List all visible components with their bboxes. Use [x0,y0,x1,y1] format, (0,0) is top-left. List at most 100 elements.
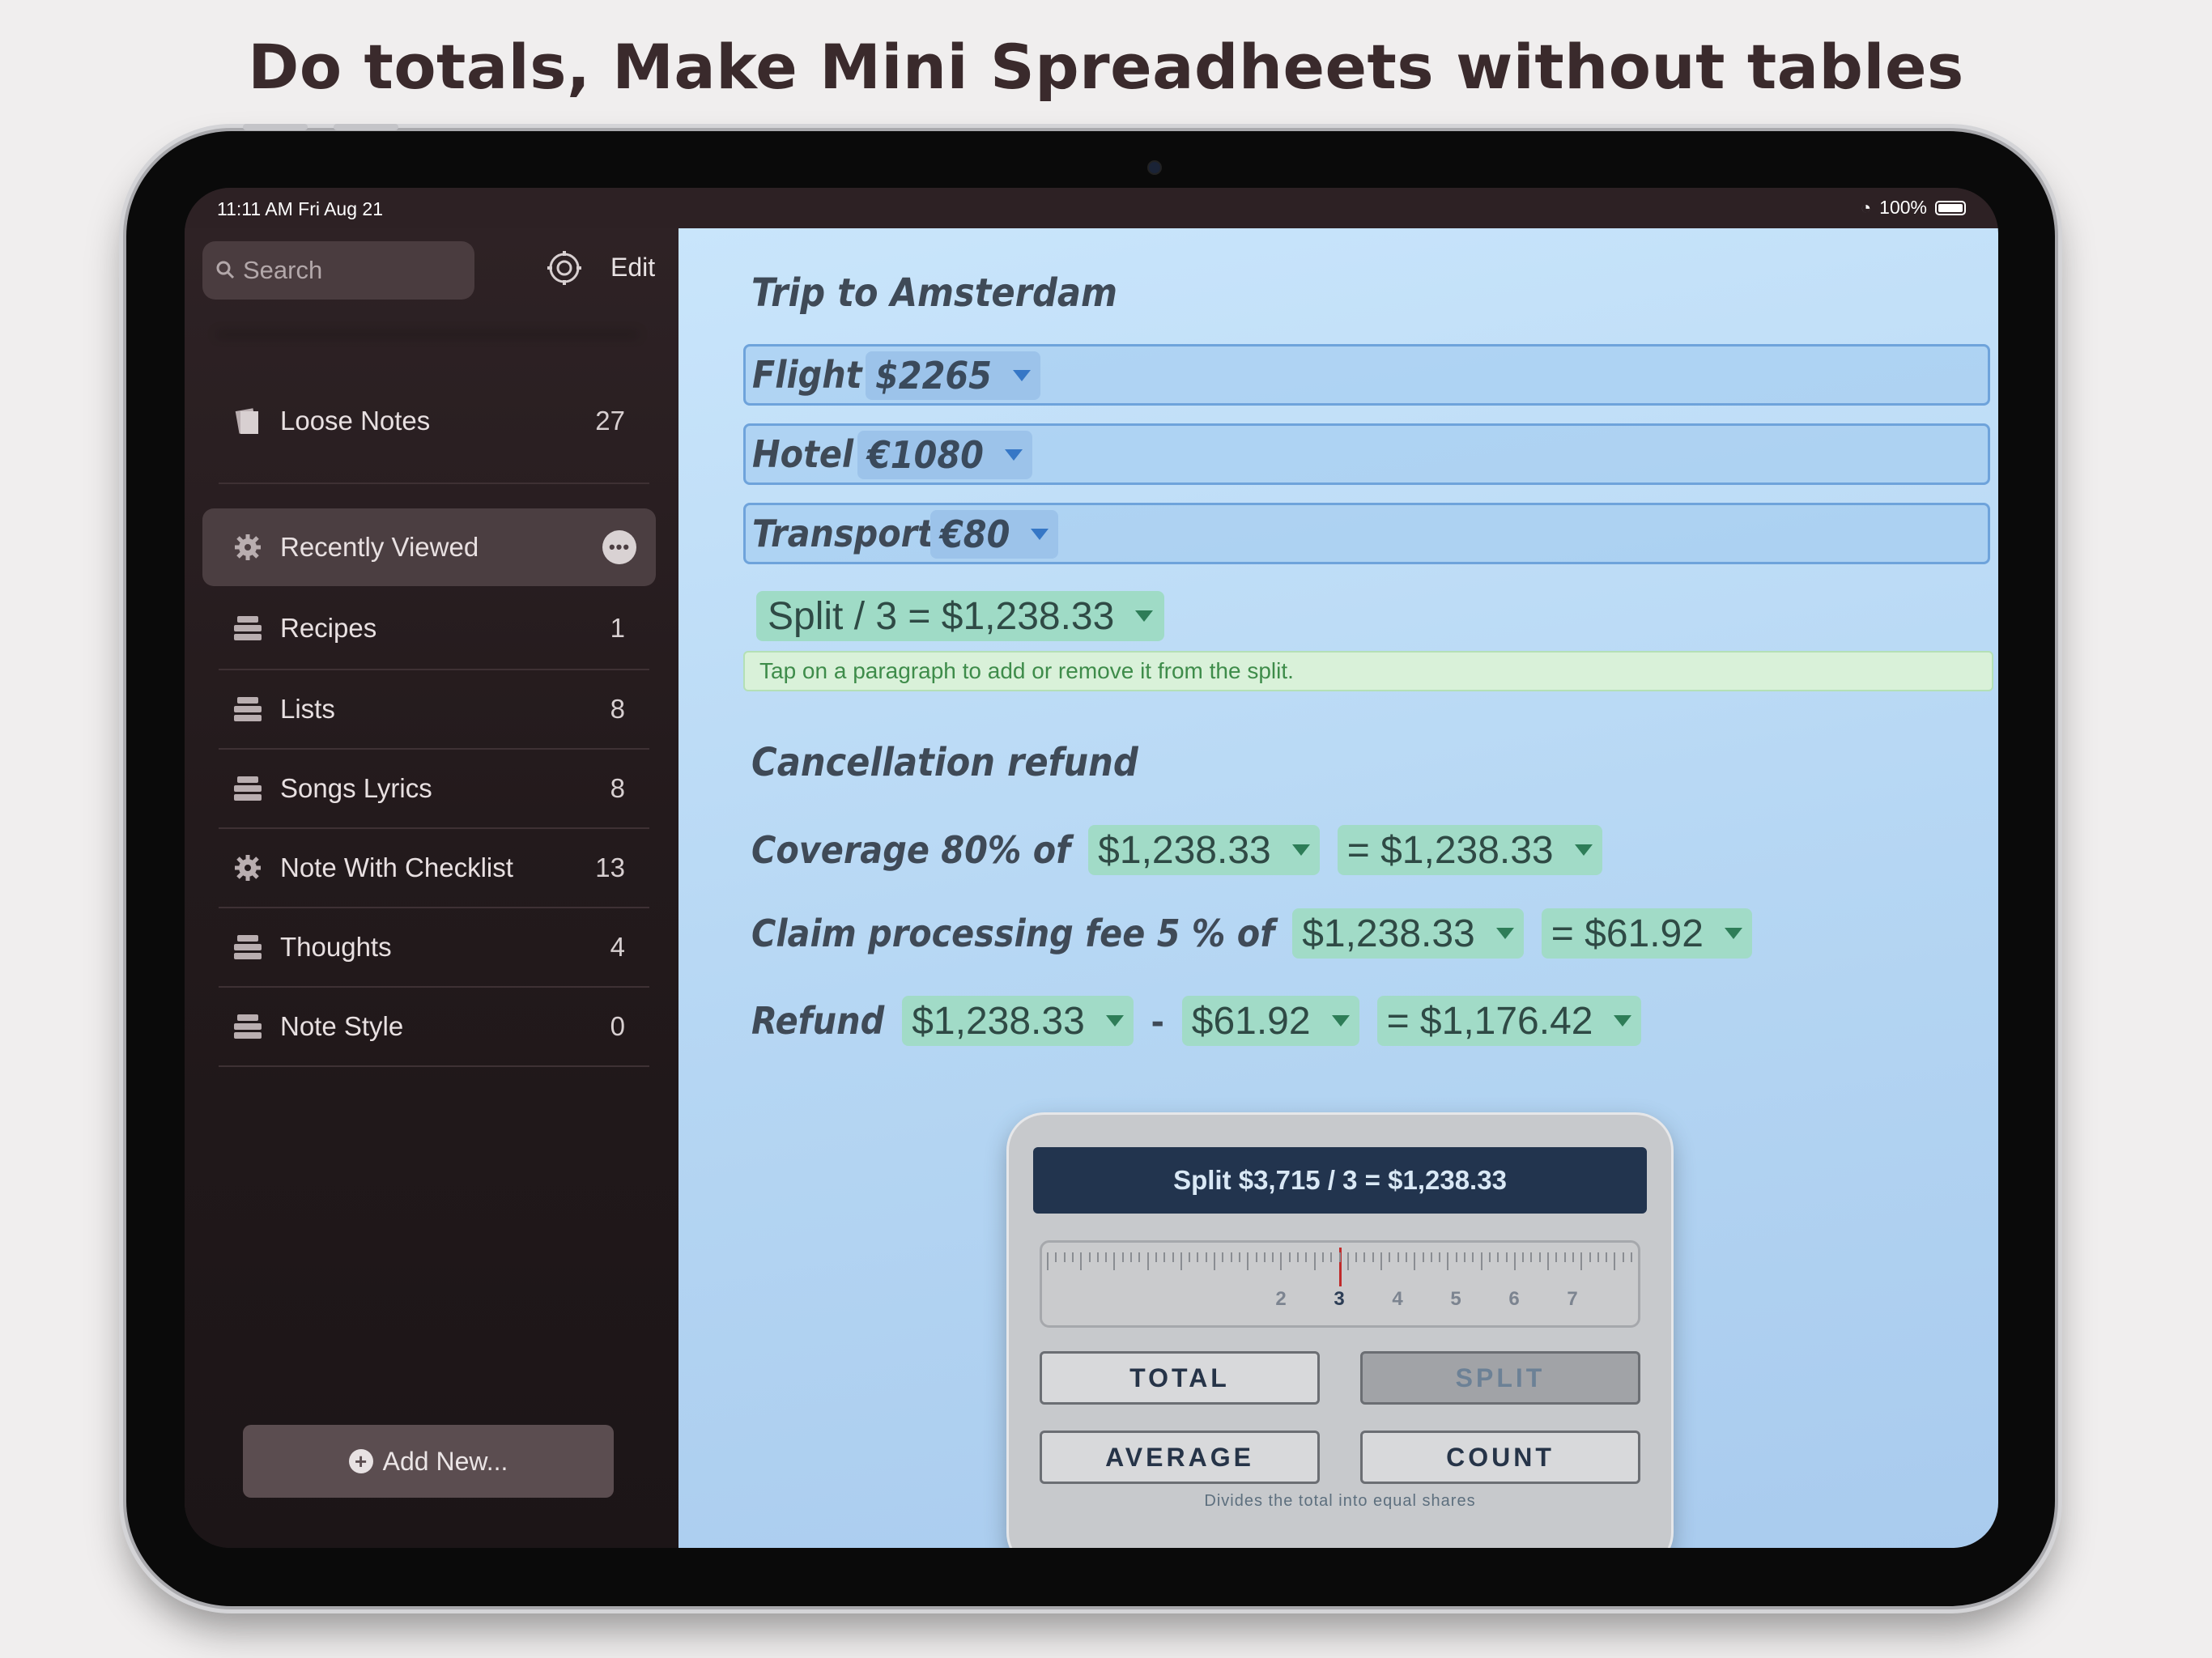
ruler-number: 5 [1450,1288,1461,1310]
coverage-row[interactable]: Coverage 80% of $1,238.33 = $1,238.33 [751,825,1620,875]
ruler-tick [1205,1252,1207,1262]
ruler-tick [1313,1252,1316,1270]
ruler-tick [1414,1252,1416,1270]
count-button[interactable]: COUNT [1360,1431,1640,1484]
ruler-tick [1105,1252,1108,1262]
ruler-tick [1288,1252,1291,1262]
sidebar-item-label: Thoughts [280,932,392,962]
search-input[interactable]: Search [202,241,474,300]
dropdown-arrow-icon [1495,928,1514,939]
sidebar-item-count: 0 [610,1011,625,1041]
sidebar-item-lists[interactable]: Lists 8 [202,670,656,748]
divider [219,1065,649,1067]
ruler-tick [1230,1252,1232,1262]
ruler-tick [1538,1252,1541,1262]
screen: 11:11 AM Fri Aug 21 ◔ 100% Search Edit L… [185,188,1998,1548]
search-placeholder: Search [243,256,323,284]
status-time: 11:11 AM Fri Aug 21 [217,198,383,219]
paragraph-row-flight[interactable]: Flight $2265 [743,344,1990,406]
ruler-tick [1480,1252,1482,1270]
value-pill[interactable]: €1080 [857,431,1032,479]
sidebar-item-count: 4 [610,932,625,962]
notes-icon [232,405,264,437]
ruler-tick [1488,1252,1491,1262]
ruler-tick [1405,1252,1407,1262]
ruler-tick [1614,1252,1616,1270]
operand-pill[interactable]: $1,238.33 [1088,825,1320,875]
ruler-tick [1464,1252,1465,1262]
dropdown-arrow-icon [1331,1015,1350,1027]
claim-fee-row[interactable]: Claim processing fee 5 % of $1,238.33 = … [751,908,1770,959]
operand-pill[interactable]: $1,238.33 [1292,908,1524,959]
value-text: $2265 [875,354,992,397]
ruler-number: 2 [1275,1288,1287,1310]
sidebar-item-count: 8 [610,694,625,724]
split-button[interactable]: SPLIT [1360,1351,1640,1405]
ruler-tick [1455,1252,1457,1262]
gear-icon [547,251,581,285]
result-pill[interactable]: = $61.92 [1541,908,1752,959]
claim-label: Claim processing fee 5 % of [751,912,1275,955]
operand-text: $61.92 [1191,999,1311,1043]
ruler-tick [1639,1252,1640,1262]
note-editor[interactable]: Trip to Amsterdam Flight $2265 Hotel €10… [678,228,1998,1548]
ruler-tick [1439,1252,1441,1262]
stack-icon [232,1010,264,1043]
ruler-tick [1472,1252,1474,1262]
ruler-tick [1589,1252,1591,1262]
dropdown-arrow-icon [1031,529,1049,540]
divisor-ruler-slider[interactable]: 2 3 4 5 6 7 [1040,1240,1640,1328]
edit-button[interactable]: Edit [610,253,655,283]
ruler-tick [1447,1252,1449,1270]
add-new-label: Add New... [382,1446,508,1476]
total-button[interactable]: TOTAL [1040,1351,1320,1405]
settings-button[interactable] [544,249,585,290]
ruler-tick [1071,1252,1074,1262]
dropdown-arrow-icon [1614,1015,1632,1027]
ruler-tick [1138,1252,1141,1262]
ruler-tick [1597,1252,1599,1262]
divider [219,483,649,484]
dropdown-arrow-icon [1574,844,1593,856]
ruler-tick [1272,1252,1274,1262]
operand-pill[interactable]: $1,238.33 [902,996,1134,1046]
ruler-tick [1572,1252,1574,1262]
split-hint: Tap on a paragraph to add or remove it f… [743,651,1993,691]
camera [1147,160,1162,175]
ruler-tick [1247,1252,1249,1270]
sidebar-item-thoughts[interactable]: Thoughts 4 [202,908,656,986]
sidebar-item-note-with-checklist[interactable]: Note With Checklist 13 [202,829,656,907]
dropdown-arrow-icon [1004,449,1023,461]
more-options-icon[interactable]: ••• [602,530,636,564]
value-pill[interactable]: $2265 [866,351,1040,400]
sidebar-item-songs-lyrics[interactable]: Songs Lyrics 8 [202,750,656,827]
sidebar-item-recently-viewed[interactable]: Recently Viewed ••• [202,508,656,586]
ruler-tick [1197,1252,1199,1262]
ruler-tick [1346,1252,1349,1270]
average-button[interactable]: AVERAGE [1040,1431,1320,1484]
ruler-tick [1522,1252,1525,1262]
add-new-button[interactable]: + Add New... [243,1425,614,1498]
sidebar-item-loose-notes[interactable]: Loose Notes 27 [202,382,656,460]
ruler-tick [1214,1252,1215,1270]
wifi-icon: ◔ [1860,197,1872,218]
value-pill[interactable]: €80 [930,510,1059,559]
sidebar-item-label: Songs Lyrics [280,773,432,803]
battery-percent: 100% [1879,197,1927,218]
calculator-display: Split $3,715 / 3 = $1,238.33 [1033,1147,1647,1214]
ruler-tick [1055,1252,1057,1262]
split-result-pill[interactable]: Split / 3 = $1,238.33 [756,591,1165,641]
paragraph-row-transport[interactable]: Transport €80 [743,503,1990,564]
ruler-tick [1338,1252,1341,1262]
result-pill[interactable]: = $1,176.42 [1376,996,1642,1046]
paragraph-row-hotel[interactable]: Hotel €1080 [743,423,1990,485]
sidebar-item-recipes[interactable]: Recipes 1 [202,589,656,667]
stack-icon [232,772,264,805]
ruler-tick [1555,1252,1558,1262]
operand-pill[interactable]: $61.92 [1181,996,1359,1046]
sidebar-item-count: 1 [610,613,625,643]
ruler-tick [1380,1252,1382,1270]
sidebar-item-note-style[interactable]: Note Style 0 [202,988,656,1065]
result-pill[interactable]: = $1,238.33 [1337,825,1602,875]
refund-row[interactable]: Refund $1,238.33 - $61.92 = $1,176.42 [751,996,1659,1046]
